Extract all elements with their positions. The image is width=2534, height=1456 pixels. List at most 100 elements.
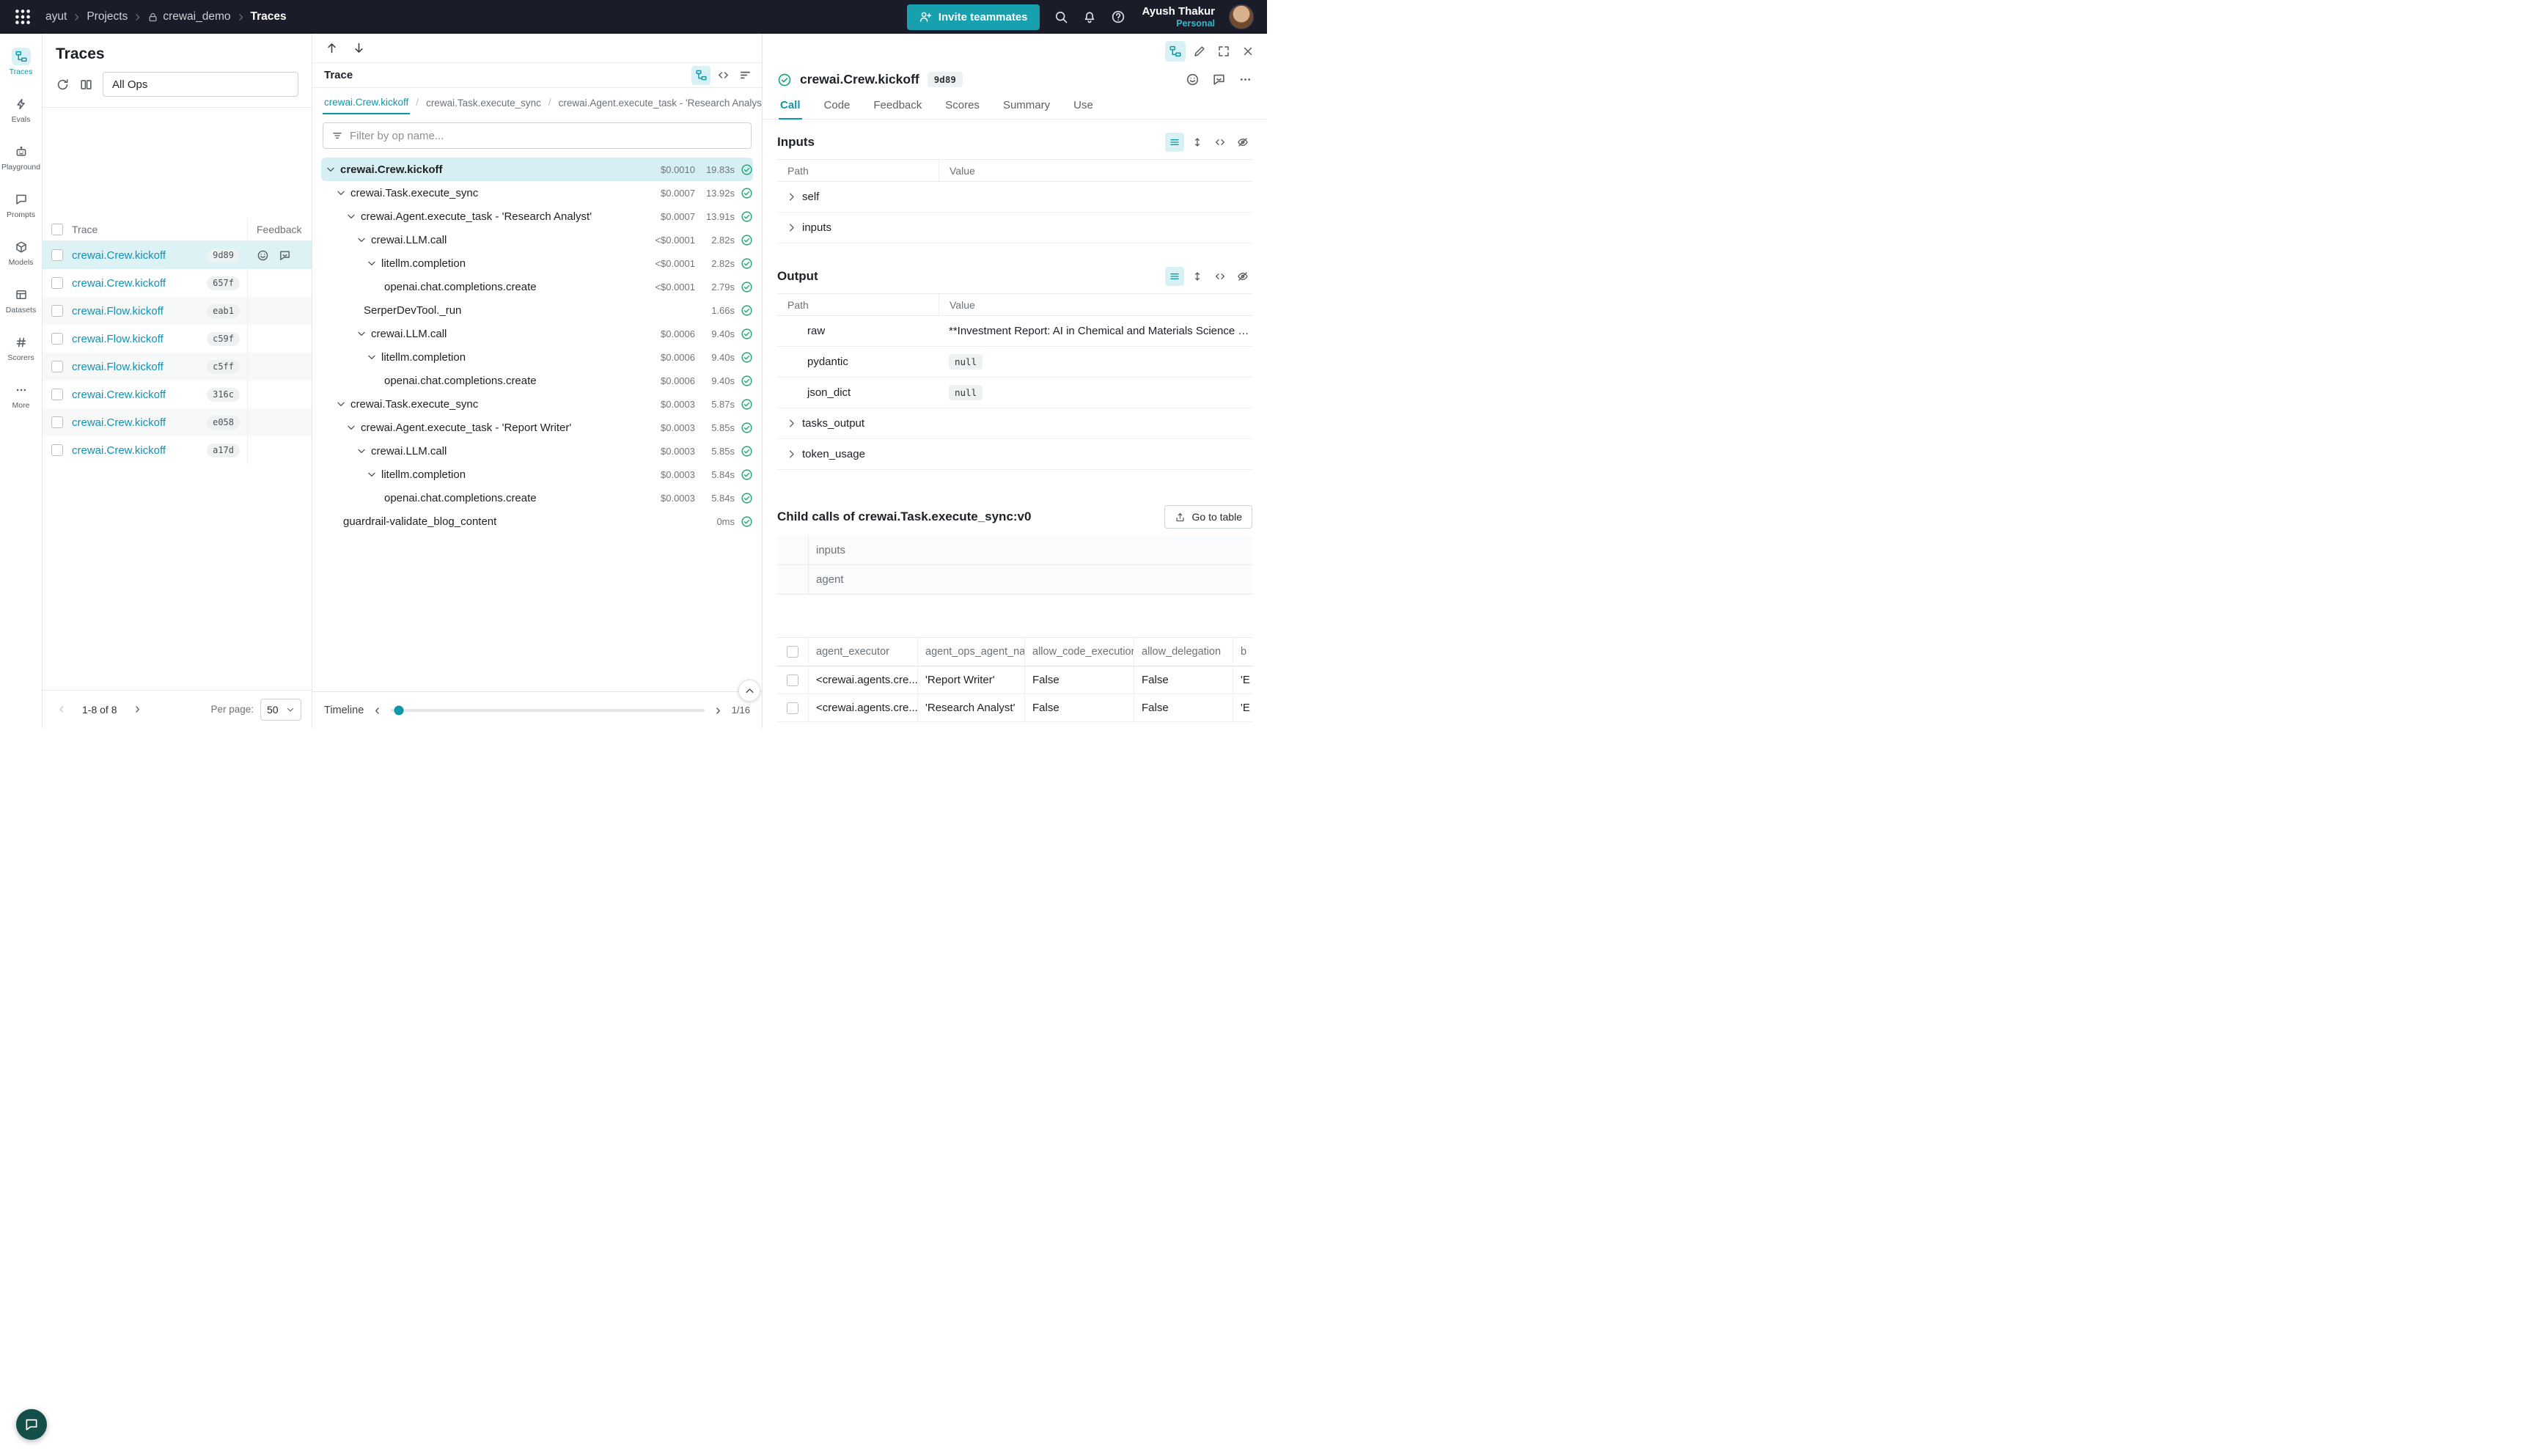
expand-rows-button[interactable] — [1188, 133, 1207, 152]
breadcrumb-entity[interactable]: ayut — [45, 10, 67, 23]
tab-call[interactable]: Call — [779, 95, 802, 120]
breadcrumb-projects[interactable]: Projects — [87, 10, 128, 23]
tab-summary[interactable]: Summary — [1002, 95, 1051, 119]
sidebar-item-prompts[interactable]: Prompts — [1, 183, 41, 227]
timeline-slider[interactable] — [391, 709, 705, 712]
row-checkbox[interactable] — [787, 674, 798, 686]
fullscreen-button[interactable] — [1213, 41, 1234, 62]
data-row[interactable]: self — [777, 182, 1252, 213]
sidebar-item-scorers[interactable]: Scorers — [1, 326, 41, 369]
tab-code[interactable]: Code — [823, 95, 852, 119]
wandb-logo[interactable] — [13, 7, 32, 26]
trace-link[interactable]: crewai.Crew.kickoff — [72, 277, 166, 290]
tree-view-toggle[interactable] — [691, 66, 710, 85]
trace-row[interactable]: crewai.Crew.kickoff316c — [43, 380, 312, 408]
collapse-panel-button[interactable] — [738, 680, 760, 702]
trace-breadcrumb-item[interactable]: crewai.Agent.execute_task - 'Research An… — [557, 90, 762, 114]
trace-link[interactable]: crewai.Crew.kickoff — [72, 416, 166, 429]
trace-link[interactable]: crewai.Crew.kickoff — [72, 389, 166, 401]
trace-breadcrumb-item[interactable]: crewai.Crew.kickoff — [323, 89, 410, 114]
trace-tree-row[interactable]: crewai.LLM.call<$0.00012.82s — [321, 228, 753, 251]
trace-tree-row[interactable]: crewai.Task.execute_sync$0.000713.92s — [321, 181, 753, 205]
list-view-button[interactable] — [1165, 133, 1184, 152]
trace-tree-row[interactable]: openai.chat.completions.create$0.00035.8… — [321, 486, 753, 510]
sidebar-item-playground[interactable]: Playground — [1, 135, 41, 179]
chat-support-button[interactable] — [16, 1409, 47, 1440]
code-view-button[interactable] — [1211, 267, 1230, 286]
trace-row[interactable]: crewai.Crew.kickoff657f — [43, 269, 312, 297]
trace-row[interactable]: crewai.Crew.kickoffe058 — [43, 408, 312, 436]
comment-icon[interactable] — [1212, 73, 1226, 87]
code-view-button[interactable] — [1211, 133, 1230, 152]
per-page-select[interactable]: 50 — [260, 699, 301, 721]
sidebar-item-traces[interactable]: Traces — [1, 40, 41, 84]
trace-tree-row[interactable]: SerperDevTool._run1.66s — [321, 298, 753, 322]
trace-link[interactable]: crewai.Crew.kickoff — [72, 249, 166, 262]
avatar[interactable] — [1229, 4, 1254, 29]
trace-tree-row[interactable]: litellm.completion$0.00069.40s — [321, 345, 753, 369]
go-to-table-button[interactable]: Go to table — [1164, 505, 1253, 529]
trace-row[interactable]: crewai.Flow.kickoffc59f — [43, 325, 312, 353]
trace-tree-row[interactable]: guardrail-validate_blog_content0ms — [321, 510, 753, 533]
data-row[interactable]: tasks_output — [777, 408, 1252, 439]
data-row[interactable]: token_usage — [777, 439, 1252, 470]
breadcrumb-project[interactable]: crewai_demo — [147, 10, 230, 23]
trace-tree-row[interactable]: litellm.completion<$0.00012.82s — [321, 251, 753, 275]
ops-filter-select[interactable]: All Ops — [103, 72, 298, 97]
row-checkbox[interactable] — [787, 702, 798, 714]
help-icon[interactable] — [1111, 10, 1125, 24]
trace-tree-row[interactable]: crewai.LLM.call$0.00035.85s — [321, 439, 753, 463]
timeline-next-button[interactable]: › — [714, 703, 722, 718]
trace-link[interactable]: crewai.Flow.kickoff — [72, 361, 164, 373]
search-icon[interactable] — [1054, 10, 1068, 24]
row-checkbox[interactable] — [51, 416, 63, 428]
next-page-button[interactable]: › — [128, 701, 146, 718]
user-menu[interactable]: Ayush Thakur Personal — [1142, 5, 1215, 29]
trace-tree-row[interactable]: crewai.LLM.call$0.00069.40s — [321, 322, 753, 345]
prev-page-button[interactable]: ‹ — [53, 701, 70, 718]
trace-tree-row[interactable]: crewai.Task.execute_sync$0.00035.87s — [321, 392, 753, 416]
trace-link[interactable]: crewai.Flow.kickoff — [72, 333, 164, 345]
refresh-icon[interactable] — [56, 78, 70, 92]
row-checkbox[interactable] — [51, 249, 63, 261]
flame-view-toggle[interactable] — [735, 66, 754, 85]
timeline-prev-button[interactable]: ‹ — [373, 703, 381, 718]
data-row[interactable]: inputs — [777, 213, 1252, 243]
trace-tree-row[interactable]: openai.chat.completions.create<$0.00012.… — [321, 275, 753, 298]
tab-use[interactable]: Use — [1072, 95, 1095, 119]
trace-link[interactable]: crewai.Crew.kickoff — [72, 444, 166, 457]
more-options-icon[interactable] — [1238, 73, 1252, 87]
row-checkbox[interactable] — [51, 389, 63, 400]
trace-row[interactable]: crewai.Flow.kickoffc5ff — [43, 353, 312, 380]
code-view-toggle[interactable] — [713, 66, 732, 85]
invite-teammates-button[interactable]: Invite teammates — [907, 4, 1040, 30]
row-checkbox[interactable] — [51, 444, 63, 456]
call-id-badge[interactable]: 9d89 — [928, 72, 963, 87]
row-checkbox[interactable] — [51, 361, 63, 372]
trace-tree-row[interactable]: litellm.completion$0.00035.84s — [321, 463, 753, 486]
breadcrumb-traces[interactable]: Traces — [251, 10, 287, 23]
hide-button[interactable] — [1233, 133, 1252, 152]
prev-call-button[interactable] — [325, 41, 339, 55]
sidebar-item-models[interactable]: Models — [1, 230, 41, 274]
tab-feedback[interactable]: Feedback — [872, 95, 923, 119]
trace-tree-row[interactable]: openai.chat.completions.create$0.00069.4… — [321, 369, 753, 392]
edit-button[interactable] — [1189, 41, 1210, 62]
table-row[interactable]: <crewai.agents.cre...'Report Writer'Fals… — [777, 666, 1252, 694]
split-view-button[interactable] — [1165, 41, 1186, 62]
manage-columns-icon[interactable] — [79, 78, 93, 92]
expand-rows-button[interactable] — [1188, 267, 1207, 286]
trace-tree-row[interactable]: crewai.Crew.kickoff$0.001019.83s — [321, 158, 753, 181]
sidebar-item-more[interactable]: More — [1, 373, 41, 417]
op-filter-input[interactable]: Filter by op name... — [323, 122, 752, 149]
row-checkbox[interactable] — [51, 333, 63, 345]
select-all-checkbox[interactable] — [51, 224, 63, 235]
trace-row[interactable]: crewai.Flow.kickoffeab1 — [43, 297, 312, 325]
trace-link[interactable]: crewai.Flow.kickoff — [72, 305, 164, 317]
add-reaction-icon[interactable] — [1186, 73, 1200, 87]
hide-button[interactable] — [1233, 267, 1252, 286]
row-checkbox[interactable] — [51, 277, 63, 289]
trace-tree-row[interactable]: crewai.Agent.execute_task - 'Report Writ… — [321, 416, 753, 439]
next-call-button[interactable] — [352, 41, 366, 55]
select-all-checkbox[interactable] — [787, 646, 798, 658]
